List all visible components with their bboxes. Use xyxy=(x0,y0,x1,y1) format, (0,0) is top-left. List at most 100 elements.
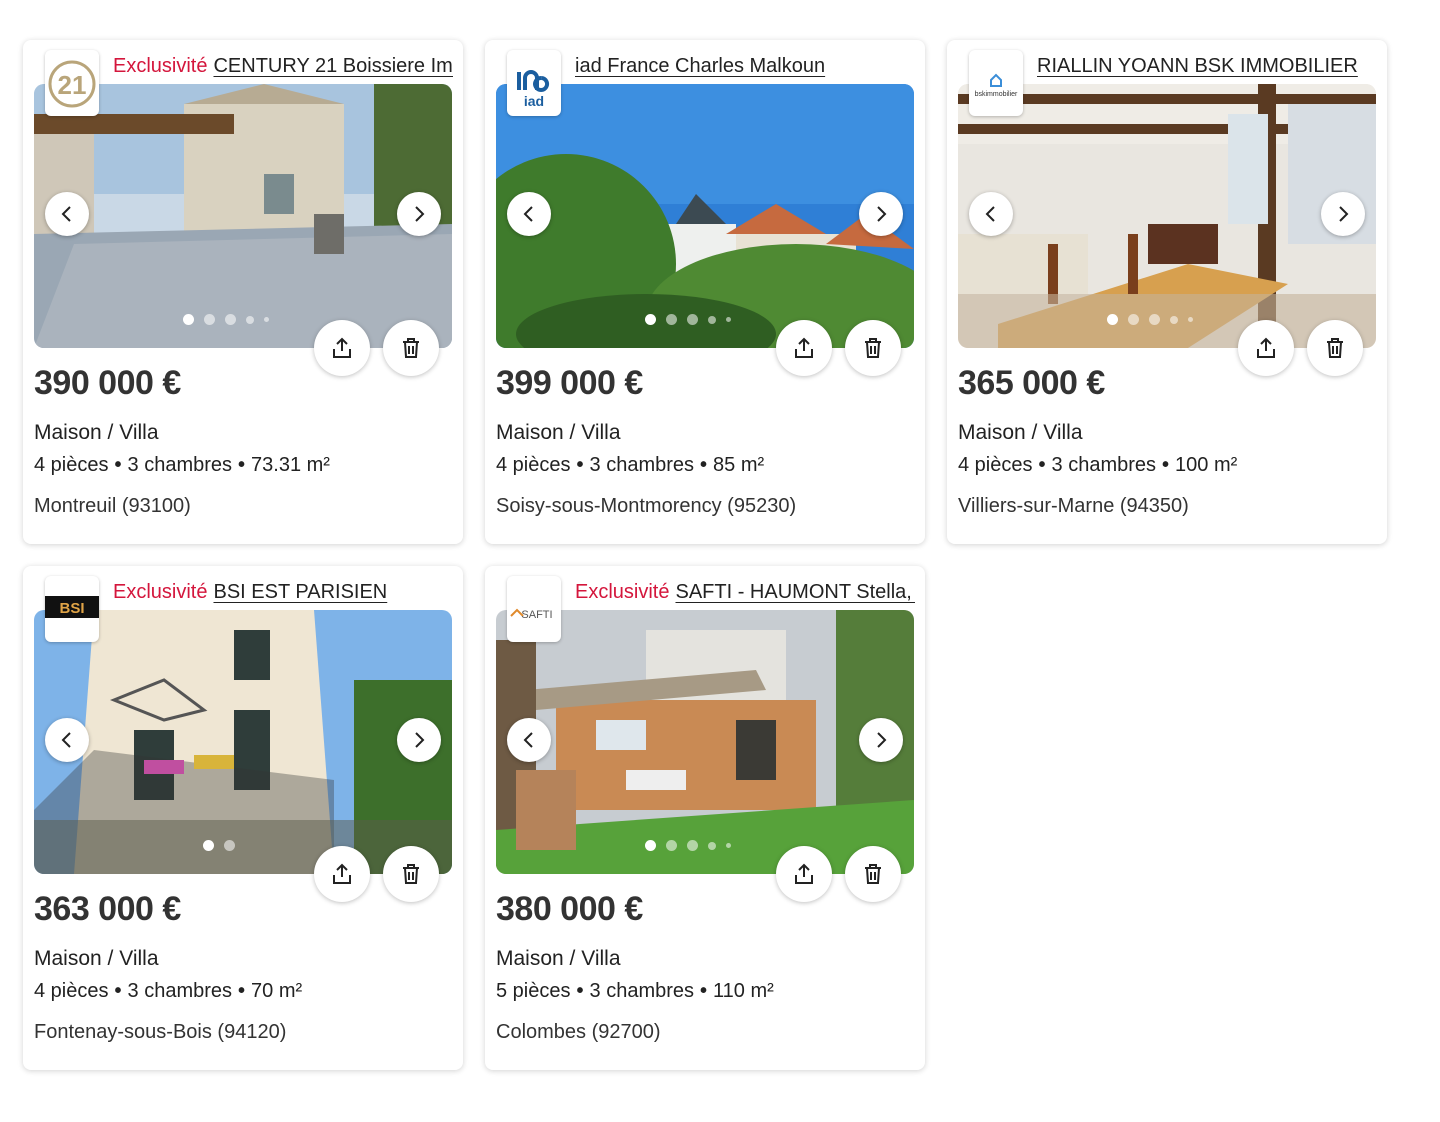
svg-text:21: 21 xyxy=(58,70,87,100)
share-button[interactable] xyxy=(314,846,370,902)
pagination-dot[interactable] xyxy=(708,841,716,850)
share-icon xyxy=(1257,337,1275,358)
prev-photo-button[interactable] xyxy=(969,192,1013,236)
agency-logo: BSI xyxy=(45,576,99,642)
pagination-dot[interactable] xyxy=(666,314,677,325)
rooms-count: 4 pièces xyxy=(958,454,1033,476)
agency-line: ExclusivitéCENTURY 21 Boissiere Immobili… xyxy=(113,52,453,80)
exclusive-label: Exclusivité xyxy=(113,55,208,77)
pagination-dot[interactable] xyxy=(1170,315,1178,324)
share-button[interactable] xyxy=(314,320,370,376)
listing-card[interactable]: SAFTI Exclusivité SAFTI - HAUMONT Stella,… xyxy=(485,566,925,1070)
agency-name-link[interactable]: RIALLIN YOANN BSK IMMOBILIER xyxy=(1037,55,1358,77)
chevron-left-icon xyxy=(61,206,71,222)
agency-name-link[interactable]: CENTURY 21 Boissiere Immobilier xyxy=(213,55,453,77)
photo-pagination-dots xyxy=(645,840,731,851)
chevron-right-icon xyxy=(877,206,887,222)
next-photo-button[interactable] xyxy=(1321,192,1365,236)
share-button[interactable] xyxy=(776,320,832,376)
prev-photo-button[interactable] xyxy=(507,718,551,762)
photo-pagination-dots xyxy=(645,314,731,325)
next-photo-button[interactable] xyxy=(859,718,903,762)
area-value: 70 m² xyxy=(251,980,303,1002)
chevron-right-icon xyxy=(415,732,425,748)
pagination-dot[interactable] xyxy=(726,843,731,848)
separator-dot: • xyxy=(576,454,584,476)
pagination-dot[interactable] xyxy=(224,840,235,851)
next-photo-button[interactable] xyxy=(859,192,903,236)
area-value: 73.31 m² xyxy=(251,454,330,476)
agency-name-link[interactable]: BSI EST PARISIEN xyxy=(213,581,387,603)
chevron-right-icon xyxy=(1339,206,1349,222)
listing-card[interactable]: iad iad France Charles Malkoun 399 000 €… xyxy=(485,40,925,544)
svg-text:BSI: BSI xyxy=(59,600,84,617)
pagination-dot[interactable] xyxy=(708,315,716,324)
pagination-dot[interactable] xyxy=(1149,314,1160,325)
delete-button[interactable] xyxy=(845,320,901,376)
listing-photo[interactable] xyxy=(496,610,914,874)
listing-photo[interactable] xyxy=(34,610,452,874)
separator-dot: • xyxy=(238,980,246,1002)
pagination-dot[interactable] xyxy=(264,317,269,322)
property-specs: 4 pièces • 3 chambres • 73.31 m² xyxy=(34,454,330,477)
property-specs: 5 pièces • 3 chambres • 110 m² xyxy=(496,980,774,1003)
agency-name-link[interactable]: SAFTI - HAUMONT Stella, conseillère xyxy=(675,581,915,603)
prev-photo-button[interactable] xyxy=(507,192,551,236)
pagination-dot[interactable] xyxy=(1188,317,1193,322)
listing-price: 380 000 € xyxy=(496,890,643,928)
pagination-dot[interactable] xyxy=(666,840,677,851)
prev-photo-button[interactable] xyxy=(45,192,89,236)
next-photo-button[interactable] xyxy=(397,192,441,236)
listing-card[interactable]: bskimmobilier RIALLIN YOANN BSK IMMOBILI… xyxy=(947,40,1387,544)
property-type: Maison / Villa xyxy=(34,421,159,444)
separator-dot: • xyxy=(1038,454,1046,476)
listing-location: Villiers-sur-Marne (94350) xyxy=(958,495,1189,517)
pagination-dot[interactable] xyxy=(225,314,236,325)
bedrooms-count: 3 chambres xyxy=(589,454,695,476)
pagination-dot[interactable] xyxy=(726,317,731,322)
bedrooms-count: 3 chambres xyxy=(589,980,695,1002)
prev-photo-button[interactable] xyxy=(45,718,89,762)
listing-price: 390 000 € xyxy=(34,364,181,402)
photo-pagination-dots xyxy=(183,314,269,325)
trash-icon xyxy=(865,864,881,884)
bedrooms-count: 3 chambres xyxy=(127,980,233,1002)
pagination-dot[interactable] xyxy=(203,840,214,851)
pagination-dot[interactable] xyxy=(1128,314,1139,325)
pagination-dot[interactable] xyxy=(645,840,656,851)
separator-dot: • xyxy=(1162,454,1170,476)
svg-text:bskimmobilier: bskimmobilier xyxy=(975,91,1018,98)
delete-button[interactable] xyxy=(845,846,901,902)
pagination-dot[interactable] xyxy=(645,314,656,325)
delete-button[interactable] xyxy=(1307,320,1363,376)
agency-logo: iad xyxy=(507,50,561,116)
exclusive-label: Exclusivité xyxy=(113,581,208,603)
share-button[interactable] xyxy=(776,846,832,902)
agency-line: iad France Charles Malkoun xyxy=(575,52,915,80)
listing-photo[interactable] xyxy=(496,84,914,348)
listing-location: Colombes (92700) xyxy=(496,1021,661,1043)
delete-button[interactable] xyxy=(383,320,439,376)
pagination-dot[interactable] xyxy=(1107,314,1118,325)
listing-card[interactable]: 21 ExclusivitéCENTURY 21 Boissiere Immob… xyxy=(23,40,463,544)
share-icon xyxy=(795,337,813,358)
next-photo-button[interactable] xyxy=(397,718,441,762)
pagination-dot[interactable] xyxy=(204,314,215,325)
agency-name-link[interactable]: iad France Charles Malkoun xyxy=(575,55,825,77)
share-button[interactable] xyxy=(1238,320,1294,376)
chevron-left-icon xyxy=(523,732,533,748)
rooms-count: 4 pièces xyxy=(496,454,571,476)
delete-button[interactable] xyxy=(383,846,439,902)
pagination-dot[interactable] xyxy=(183,314,194,325)
rooms-count: 5 pièces xyxy=(496,980,571,1002)
listing-card[interactable]: BSI Exclusivité BSI EST PARISIEN 363 000… xyxy=(23,566,463,1070)
pagination-dot[interactable] xyxy=(687,840,698,851)
pagination-dot[interactable] xyxy=(687,314,698,325)
agency-logo: SAFTI xyxy=(507,576,561,642)
photo-pagination-dots xyxy=(203,840,235,851)
share-icon xyxy=(333,863,351,884)
share-icon xyxy=(795,863,813,884)
listing-photo[interactable] xyxy=(34,84,452,348)
listing-photo[interactable] xyxy=(958,84,1376,348)
pagination-dot[interactable] xyxy=(246,315,254,324)
